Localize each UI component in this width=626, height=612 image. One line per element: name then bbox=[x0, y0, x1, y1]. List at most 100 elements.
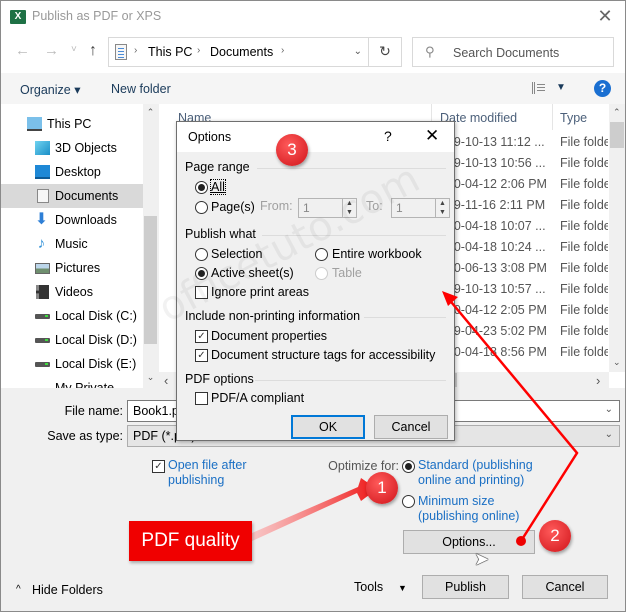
selection-label[interactable]: Selection bbox=[211, 247, 262, 261]
cancel-button[interactable]: Cancel bbox=[522, 575, 608, 599]
to-page-spinner[interactable]: 1 ▲ ▼ bbox=[391, 198, 450, 218]
optimize-standard-label[interactable]: Standard (publishing online and printing… bbox=[418, 458, 538, 488]
type-cell: File folder bbox=[560, 303, 608, 317]
scrollbar-thumb[interactable] bbox=[144, 216, 157, 344]
tree-item-music[interactable]: ♪ Music bbox=[1, 232, 143, 256]
scroll-up-icon[interactable]: ⌃ bbox=[613, 107, 621, 118]
page-range-all-radio[interactable] bbox=[195, 181, 208, 194]
tools-dropdown-icon[interactable]: ▼ bbox=[398, 583, 407, 593]
from-page-spinner[interactable]: 1 ▲ ▼ bbox=[298, 198, 357, 218]
back-button[interactable]: ← bbox=[15, 42, 30, 59]
tree-item-videos[interactable]: Videos bbox=[1, 280, 143, 304]
options-ok-button[interactable]: OK bbox=[291, 415, 365, 439]
refresh-icon: ↻ bbox=[379, 43, 391, 59]
tree-item-documents[interactable]: Documents bbox=[1, 184, 143, 208]
scroll-right-icon[interactable]: › bbox=[596, 373, 600, 388]
optimize-minimum-label[interactable]: Minimum size (publishing online) bbox=[418, 494, 528, 524]
chevron-down-icon[interactable]: ⌄ bbox=[605, 429, 613, 440]
spin-up-icon[interactable]: ▲ bbox=[346, 200, 353, 207]
spinner-buttons[interactable]: ▲ ▼ bbox=[342, 199, 356, 217]
breadcrumb-separator[interactable]: › bbox=[281, 45, 284, 56]
tree-item-3d-objects[interactable]: 3D Objects bbox=[1, 136, 143, 160]
options-button[interactable]: Options... bbox=[403, 530, 535, 554]
chevron-down-icon[interactable]: ⌄ bbox=[605, 404, 613, 415]
active-sheets-radio[interactable] bbox=[195, 267, 208, 280]
open-after-publishing-label[interactable]: Open file after publishing bbox=[168, 458, 258, 488]
tree-item-downloads[interactable]: ⬇ Downloads bbox=[1, 208, 143, 232]
help-button[interactable]: ? bbox=[594, 80, 611, 97]
address-dropdown[interactable]: ⌄ bbox=[354, 46, 362, 57]
scroll-down-icon[interactable]: ⌄ bbox=[613, 357, 621, 368]
breadcrumb-this-pc[interactable]: This PC bbox=[148, 45, 192, 59]
tree-item-label: Videos bbox=[55, 285, 93, 299]
breadcrumb-separator[interactable]: › bbox=[197, 45, 200, 56]
tree-item-local-disk-d[interactable]: Local Disk (D:) bbox=[1, 328, 143, 352]
mouse-cursor-icon: ➤ bbox=[474, 549, 490, 569]
ignore-print-areas-label[interactable]: Ignore print areas bbox=[211, 285, 309, 299]
tree-item-pictures[interactable]: Pictures bbox=[1, 256, 143, 280]
column-header-type[interactable]: Type bbox=[560, 104, 587, 130]
organize-button[interactable]: Organize ▾ bbox=[20, 82, 80, 97]
up-button[interactable]: ↑ bbox=[89, 42, 97, 60]
structure-tags-checkbox[interactable]: ✓ bbox=[195, 349, 208, 362]
optimize-minimum-radio[interactable] bbox=[402, 495, 415, 508]
close-icon: ✕ bbox=[597, 6, 613, 26]
breadcrumb-documents[interactable]: Documents bbox=[210, 45, 273, 59]
address-bar[interactable]: › This PC › Documents › ⌄ ↻ bbox=[108, 37, 402, 67]
hide-folders-button[interactable]: Hide Folders bbox=[32, 583, 103, 597]
active-sheets-label[interactable]: Active sheet(s) bbox=[211, 266, 294, 280]
arrow-left-icon: ← bbox=[15, 42, 30, 59]
publish-button[interactable]: Publish bbox=[422, 575, 509, 599]
tree-item-local-disk-e[interactable]: Local Disk (E:) bbox=[1, 352, 143, 376]
tree-item-my-private-data[interactable]: My Private Data bbox=[1, 376, 143, 388]
search-box[interactable]: ⚲ Search Documents bbox=[412, 37, 614, 67]
pdf-quality-callout: PDF quality bbox=[129, 521, 252, 561]
new-folder-button[interactable]: New folder bbox=[111, 82, 171, 96]
annotation-badge-3: 3 bbox=[276, 134, 308, 166]
arrow-up-icon: ↑ bbox=[89, 42, 97, 59]
scroll-up-icon[interactable]: ⌃ bbox=[143, 107, 158, 118]
selection-radio[interactable] bbox=[195, 248, 208, 261]
page-range-pages-radio[interactable] bbox=[195, 201, 208, 214]
structure-tags-label[interactable]: Document structure tags for accessibilit… bbox=[211, 348, 435, 362]
recent-locations-button[interactable]: ˅ bbox=[71, 44, 77, 55]
breadcrumb-separator[interactable]: › bbox=[134, 45, 137, 56]
view-details-icon[interactable] bbox=[532, 82, 546, 94]
open-after-publishing-checkbox[interactable]: ✓ bbox=[152, 460, 165, 473]
scroll-left-icon[interactable]: ‹ bbox=[164, 373, 168, 388]
spin-down-icon[interactable]: ▼ bbox=[439, 209, 446, 216]
file-list-vertical-scrollbar[interactable]: ⌃ ⌄ bbox=[609, 104, 625, 372]
scroll-down-icon[interactable]: ⌄ bbox=[143, 372, 158, 383]
view-options-dropdown[interactable]: ▼ bbox=[556, 82, 566, 93]
search-input[interactable]: Search Documents bbox=[453, 46, 559, 60]
pdfa-compliant-checkbox[interactable] bbox=[195, 392, 208, 405]
tree-item-this-pc[interactable]: This PC bbox=[1, 112, 143, 136]
refresh-button[interactable]: ↻ bbox=[368, 37, 401, 67]
options-cancel-button[interactable]: Cancel bbox=[374, 415, 448, 439]
spin-down-icon[interactable]: ▼ bbox=[346, 209, 353, 216]
tree-item-desktop[interactable]: Desktop bbox=[1, 160, 143, 184]
options-close-button[interactable]: ✕ bbox=[425, 126, 439, 146]
page-range-pages-label[interactable]: Page(s) bbox=[211, 200, 255, 214]
optimize-standard-radio[interactable] bbox=[402, 460, 415, 473]
page-range-all-label[interactable]: All bbox=[210, 179, 226, 195]
tree-item-label: Downloads bbox=[55, 213, 117, 227]
options-help-button[interactable]: ? bbox=[384, 128, 392, 144]
column-divider[interactable] bbox=[552, 104, 553, 130]
spinner-buttons[interactable]: ▲ ▼ bbox=[435, 199, 449, 217]
document-properties-checkbox[interactable]: ✓ bbox=[195, 330, 208, 343]
tree-item-local-disk-c[interactable]: Local Disk (C:) bbox=[1, 304, 143, 328]
ignore-print-areas-checkbox[interactable] bbox=[195, 286, 208, 299]
forward-button[interactable]: → bbox=[44, 42, 59, 59]
chevron-up-icon[interactable]: ^ bbox=[16, 584, 21, 595]
spin-up-icon[interactable]: ▲ bbox=[439, 200, 446, 207]
entire-workbook-label[interactable]: Entire workbook bbox=[332, 247, 422, 261]
close-button[interactable]: ✕ bbox=[595, 6, 615, 26]
navigation-pane-scrollbar[interactable]: ⌃ ⌄ bbox=[143, 104, 158, 388]
pdfa-compliant-label[interactable]: PDF/A compliant bbox=[211, 391, 304, 405]
scrollbar-thumb[interactable] bbox=[610, 122, 624, 148]
tools-button[interactable]: Tools bbox=[354, 580, 383, 594]
help-icon: ? bbox=[598, 81, 607, 95]
document-properties-label[interactable]: Document properties bbox=[211, 329, 327, 343]
entire-workbook-radio[interactable] bbox=[315, 248, 328, 261]
